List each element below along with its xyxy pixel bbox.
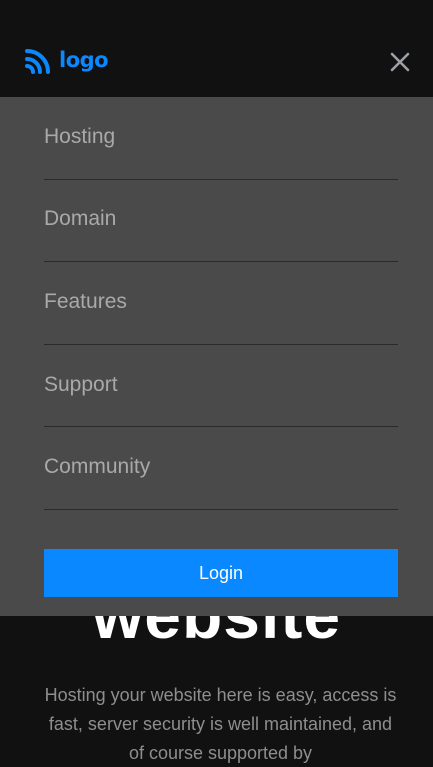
mobile-menu: Hosting Domain Features Support Communit… — [0, 97, 433, 616]
menu-list: Hosting Domain Features Support Communit… — [44, 97, 398, 510]
menu-item-label: Community — [44, 455, 151, 479]
logo-text: logo — [59, 48, 109, 72]
menu-item-features[interactable]: Features — [44, 262, 398, 345]
rss-feed-icon — [25, 49, 50, 74]
menu-item-label: Support — [44, 372, 118, 396]
menu-item-label: Hosting — [44, 124, 116, 148]
logo-link[interactable]: logo — [25, 46, 109, 74]
login-button[interactable]: Login — [44, 549, 398, 597]
menu-item-community[interactable]: Community — [44, 427, 398, 510]
close-icon — [390, 52, 410, 72]
close-menu-button[interactable] — [386, 48, 414, 76]
header: logo — [0, 0, 433, 97]
menu-item-domain[interactable]: Domain — [44, 180, 398, 263]
menu-item-label: Domain — [44, 207, 117, 231]
hero-description: Hosting your website here is easy, acces… — [44, 685, 397, 763]
menu-item-support[interactable]: Support — [44, 345, 398, 428]
page: website Hosting your website here is eas… — [0, 0, 433, 767]
menu-item-hosting[interactable]: Hosting — [44, 97, 398, 180]
menu-item-label: Features — [44, 289, 127, 313]
